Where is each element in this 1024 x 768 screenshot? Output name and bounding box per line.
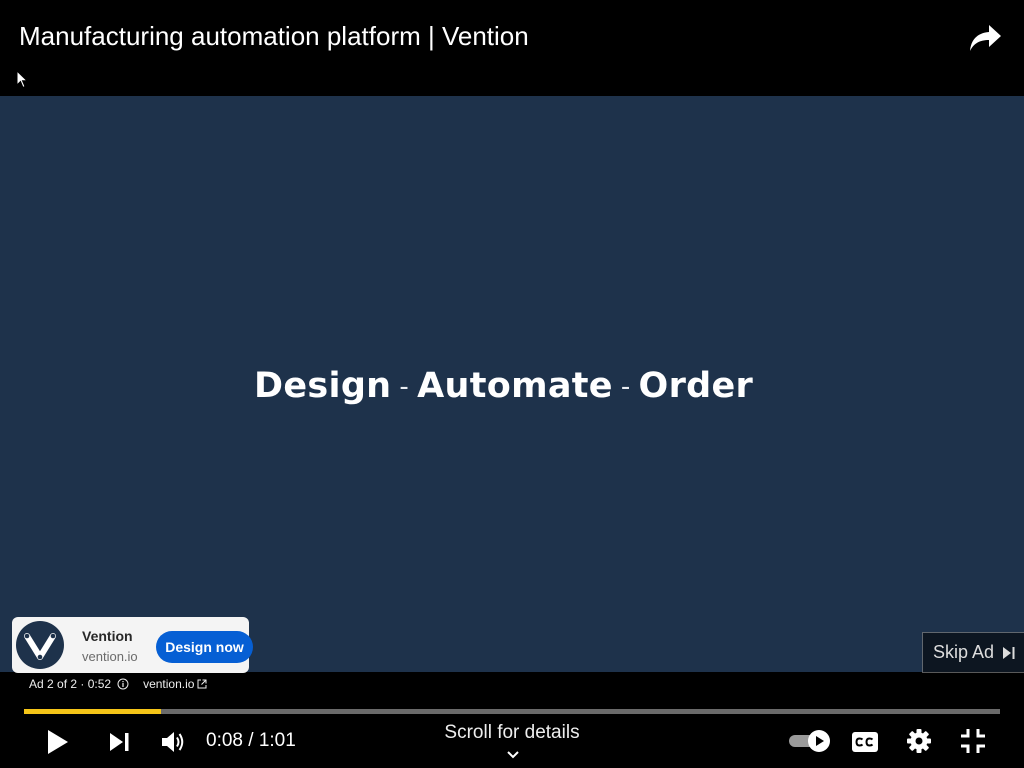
advertiser-domain[interactable]: vention.io xyxy=(82,649,138,664)
play-button[interactable] xyxy=(40,724,76,760)
video-frame[interactable]: Design - Automate - Order xyxy=(0,96,1024,672)
captions-button[interactable] xyxy=(847,724,883,760)
tagline-word-automate: Automate xyxy=(417,366,613,406)
autoplay-toggle[interactable] xyxy=(786,726,834,756)
tagline-word-design: Design xyxy=(254,366,392,406)
external-link-icon xyxy=(197,679,207,689)
exit-fullscreen-button[interactable] xyxy=(954,722,992,760)
play-icon xyxy=(48,730,68,754)
gear-icon xyxy=(907,729,931,753)
scroll-for-details-button[interactable]: Scroll for details xyxy=(412,722,612,744)
advertiser-link[interactable]: vention.io xyxy=(143,677,194,691)
tagline-word-order: Order xyxy=(638,366,754,406)
skip-next-icon xyxy=(110,733,129,751)
next-button[interactable] xyxy=(104,724,136,760)
exit-fullscreen-icon xyxy=(961,729,985,753)
autoplay-toggle-icon xyxy=(789,730,830,752)
ad-info-line: Ad 2 of 2 · 0:52 vention.io xyxy=(29,677,207,691)
design-now-button[interactable]: Design now xyxy=(156,631,253,663)
ad-progress-bar[interactable] xyxy=(24,709,1000,714)
mouse-cursor-icon xyxy=(16,70,29,89)
skip-next-icon xyxy=(1003,646,1015,659)
advertiser-name[interactable]: Vention xyxy=(82,628,133,644)
ad-card[interactable]: Vention vention.io Design now xyxy=(12,617,253,673)
share-button[interactable] xyxy=(966,20,1006,56)
tagline-separator: - xyxy=(399,372,410,402)
ad-position-text: Ad 2 of 2 · 0:52 xyxy=(29,677,112,691)
closed-captions-icon xyxy=(852,732,878,752)
time-display: 0:08 / 1:01 xyxy=(206,730,296,751)
share-arrow-icon xyxy=(970,25,1001,51)
volume-icon xyxy=(162,732,184,752)
video-tagline: Design - Automate - Order xyxy=(254,364,754,409)
chevron-down-icon[interactable] xyxy=(503,748,523,762)
volume-button[interactable] xyxy=(156,724,192,760)
top-bar: Manufacturing automation platform | Vent… xyxy=(0,0,1024,96)
tagline-separator: - xyxy=(620,372,631,402)
vention-logo-icon xyxy=(16,621,64,669)
skip-ad-label: Skip Ad xyxy=(933,642,995,662)
info-icon[interactable] xyxy=(117,678,129,690)
video-title[interactable]: Manufacturing automation platform | Vent… xyxy=(19,19,529,53)
skip-ad-button[interactable]: Skip Ad xyxy=(922,632,1024,673)
ad-progress-fill xyxy=(24,709,161,714)
settings-button[interactable] xyxy=(900,722,938,760)
